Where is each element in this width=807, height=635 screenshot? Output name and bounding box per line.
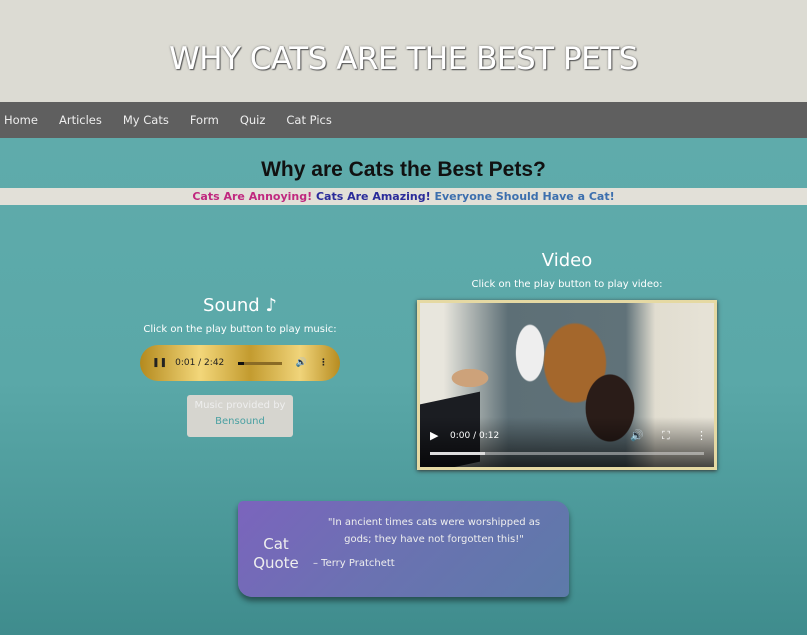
nav-form[interactable]: Form [190,113,219,127]
banner-text-2: Cats Are Amazing! [315,190,431,203]
video-section: Video Click on the play button to play v… [417,250,717,470]
sound-instruction: Click on the play button to play music: [143,324,337,335]
nav-quiz[interactable]: Quiz [240,113,266,127]
quote-text: "In ancient times cats were worshipped a… [327,517,541,545]
more-options-icon[interactable]: ⋮ [319,358,328,368]
sound-heading: Sound ♪ [203,295,277,316]
nav-articles[interactable]: Articles [59,113,102,127]
video-player[interactable]: ▶ 0:00 / 0:12 🔊 ⛶ ⋮ [417,300,717,470]
audio-time: 0:01 / 2:42 [175,358,225,368]
marquee-banner: Cats Are Annoying! Cats Are Amazing! Eve… [0,188,807,205]
page-title: Why are Cats the Best Pets? [261,158,546,181]
video-seek-bar[interactable] [430,452,704,455]
site-header: WHY CATS ARE THE BEST PETS [0,0,807,102]
banner-text-3: Everyone Should Have a Cat! [434,190,615,203]
video-controls: ▶ 0:00 / 0:12 🔊 ⛶ ⋮ [420,417,714,467]
nav-my-cats[interactable]: My Cats [123,113,169,127]
nav-cat-pics[interactable]: Cat Pics [286,113,331,127]
quote-author: – Terry Pratchett [313,558,395,569]
banner-text-1: Cats Are Annoying! [192,190,313,203]
fullscreen-icon[interactable]: ⛶ [662,429,670,443]
volume-icon[interactable]: 🔊 [630,429,644,442]
video-progress [430,452,485,455]
pause-icon[interactable]: ❚❚ [152,358,167,368]
more-options-icon[interactable]: ⋮ [696,429,707,442]
audio-seek-bar[interactable] [238,361,282,365]
site-title: WHY CATS ARE THE BEST PETS [169,41,638,77]
sound-section: Sound ♪ Click on the play button to play… [140,295,340,437]
video-heading: Video [541,250,593,271]
credit-text: Music provided by [194,400,286,411]
audio-progress [238,361,244,365]
volume-icon[interactable]: 🔊 [296,358,307,368]
nav-bar: Home Articles My Cats Form Quiz Cat Pics [0,102,807,138]
nav-home[interactable]: Home [4,113,38,127]
video-time: 0:00 / 0:12 [450,431,500,441]
quote-label: Cat Quote [253,535,299,572]
play-icon[interactable]: ▶ [430,429,438,442]
bensound-link[interactable]: Bensound [187,414,293,430]
video-instruction: Click on the play button to play video: [471,279,663,290]
music-credit: Music provided by Bensound [187,395,293,437]
cat-quote-card: Cat Quote "In ancient times cats were wo… [238,501,569,597]
audio-player[interactable]: ❚❚ 0:01 / 2:42 🔊 ⋮ [140,345,340,381]
